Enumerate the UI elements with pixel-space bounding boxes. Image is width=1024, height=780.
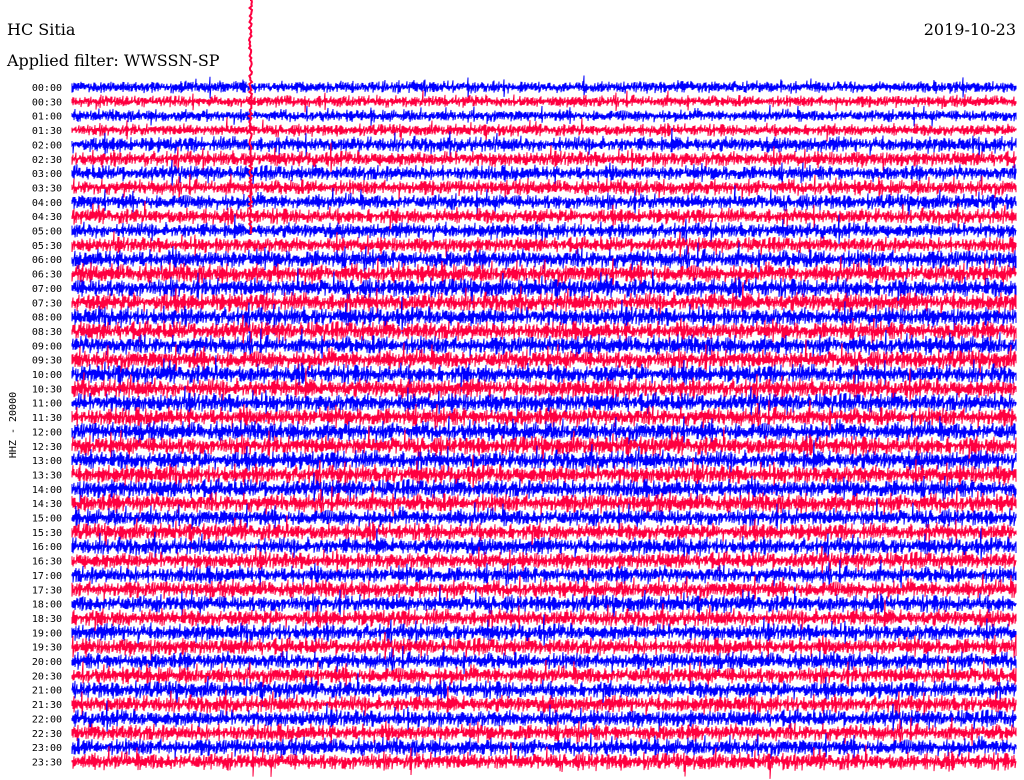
time-tick-label: 08:30: [32, 327, 62, 338]
trace-line-2230: [71, 717, 1017, 748]
time-tick-label: 03:30: [32, 183, 62, 194]
time-tick-label: 21:30: [32, 700, 62, 711]
time-tick-label: 14:00: [32, 485, 62, 496]
time-tick-label: 00:30: [32, 97, 62, 108]
time-tick-label: 13:30: [32, 470, 62, 481]
trace-line-0030: [71, 90, 1017, 113]
trace-line-0000: [71, 75, 1017, 99]
time-tick-label: 20:00: [32, 657, 62, 668]
time-tick-label: 02:30: [32, 155, 62, 166]
time-tick-label: 13:00: [32, 456, 62, 467]
time-tick-label: 15:30: [32, 528, 62, 539]
time-tick-label: 16:30: [32, 557, 62, 568]
time-tick-label: 21:00: [32, 686, 62, 697]
time-tick-label: 07:00: [32, 284, 62, 295]
time-tick-label: 18:30: [32, 614, 62, 625]
time-tick-label: 08:00: [32, 313, 62, 324]
time-tick-label: 19:30: [32, 643, 62, 654]
time-tick-label: 15:00: [32, 514, 62, 525]
time-tick-label: 04:30: [32, 212, 62, 223]
time-tick-label: 05:00: [32, 227, 62, 238]
time-tick-label: 10:30: [32, 384, 62, 395]
time-tick-label: 11:30: [32, 413, 62, 424]
time-tick-label: 05:30: [32, 241, 62, 252]
time-tick-label: 01:00: [32, 112, 62, 123]
time-tick-label: 16:00: [32, 542, 62, 553]
time-tick-label: 23:00: [32, 743, 62, 754]
time-tick-label: 23:30: [32, 757, 62, 768]
time-tick-label: 06:00: [32, 255, 62, 266]
time-tick-label: 02:00: [32, 140, 62, 151]
time-tick-label: 07:30: [32, 298, 62, 309]
time-tick-label: 22:00: [32, 714, 62, 725]
y-axis-label: HHZ - 20000: [8, 392, 19, 458]
time-tick-label: 12:30: [32, 442, 62, 453]
trace-line-0100: [71, 104, 1017, 127]
time-tick-label: 17:00: [32, 571, 62, 582]
event-spike: [247, 0, 254, 235]
time-tick-label: 17:30: [32, 585, 62, 596]
time-tick-label: 03:00: [32, 169, 62, 180]
time-tick-label: 18:00: [32, 600, 62, 611]
time-tick-label: 11:00: [32, 399, 62, 410]
time-tick-label: 20:30: [32, 671, 62, 682]
helicorder-chart: 00:00 00:30 01:00 01:30 02:00 02:30 03:00 03:30…: [8, 0, 1017, 779]
time-tick-label: 09:00: [32, 341, 62, 352]
time-tick-label: 22:30: [32, 729, 62, 740]
time-tick-label: 04:00: [32, 198, 62, 209]
time-tick-label: 12:00: [32, 427, 62, 438]
traces-group: [71, 0, 1017, 779]
time-tick-label: 01:30: [32, 126, 62, 137]
time-tick-label: 06:30: [32, 270, 62, 281]
time-ticks-group: 00:00 00:30 01:00 01:30 02:00 02:30 03:00 03:30…: [32, 83, 62, 768]
time-tick-label: 09:30: [32, 356, 62, 367]
time-tick-label: 14:30: [32, 499, 62, 510]
time-tick-label: 19:00: [32, 628, 62, 639]
time-tick-label: 00:00: [32, 83, 62, 94]
time-tick-label: 10:00: [32, 370, 62, 381]
